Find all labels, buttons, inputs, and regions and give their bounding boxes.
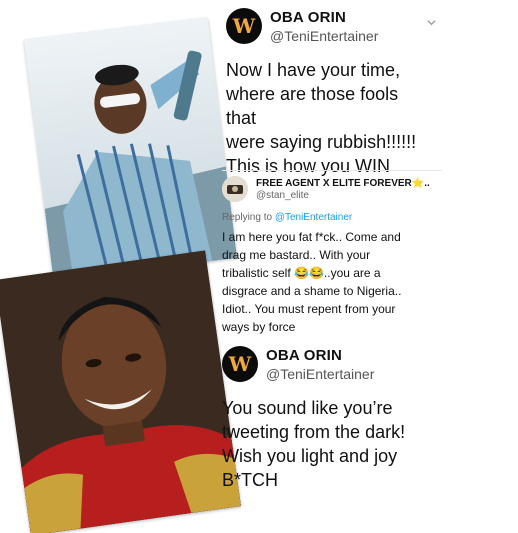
tweet-header: W OBA ORIN @TeniEntertainer xyxy=(222,346,432,382)
replying-to-mention[interactable]: @TeniEntertainer xyxy=(275,212,352,223)
tweet-stan-elite-reply: FREE AGENT X ELITE FOREVER⭐️.. @stan_eli… xyxy=(222,170,444,336)
tweet-text-line: tweeting from the dark! xyxy=(222,422,406,442)
user-names: OBA ORIN @TeniEntertainer xyxy=(266,347,374,382)
tweet-text-line: You sound like you’re xyxy=(222,398,393,418)
user-names: FREE AGENT X ELITE FOREVER⭐️.. @stan_eli… xyxy=(256,178,430,201)
profile-avatar[interactable]: W xyxy=(226,8,262,44)
tweet-text-line: Now I have your time, xyxy=(226,60,401,80)
replying-to-label: Replying to xyxy=(222,212,275,223)
tweet-oba-orin-1: W OBA ORIN @TeniEntertainer Now I have y… xyxy=(226,8,436,178)
tweet-text-line: ways by force xyxy=(222,320,296,334)
photo-top xyxy=(23,17,238,281)
display-name[interactable]: OBA ORIN xyxy=(266,347,374,364)
tweet-text-line: tribalistic self 😂😂..you are a xyxy=(222,266,381,280)
chevron-down-icon[interactable] xyxy=(427,18,436,27)
replying-to: Replying to @TeniEntertainer xyxy=(222,212,444,223)
photo-top-image xyxy=(23,17,238,281)
tweet-text: Now I have your time, where are those fo… xyxy=(226,58,426,178)
photo-bottom-image xyxy=(0,250,241,533)
avatar-logo-letter: W xyxy=(232,14,256,38)
profile-avatar[interactable] xyxy=(222,176,248,202)
tweet-text-line: Idiot.. You must repent from your xyxy=(222,302,396,316)
tweet-header: W OBA ORIN @TeniEntertainer xyxy=(226,8,426,44)
user-handle[interactable]: @TeniEntertainer xyxy=(266,366,374,382)
tweet-text-line: I am here you fat f*ck.. Come and xyxy=(222,230,401,244)
tweet-text-line: drag me bastard.. With your xyxy=(222,248,371,262)
photo-bottom xyxy=(0,250,241,533)
user-handle[interactable]: @stan_elite xyxy=(256,190,430,201)
tweet-text-line: B*TCH xyxy=(222,470,279,490)
user-handle[interactable]: @TeniEntertainer xyxy=(270,28,378,44)
tweet-text: I am here you fat f*ck.. Come and drag m… xyxy=(222,228,444,336)
user-names: OBA ORIN @TeniEntertainer xyxy=(270,9,378,44)
tweet-text-line: This is how you WIN xyxy=(226,156,391,176)
tweet-text-line: where are those fools that xyxy=(226,84,399,128)
tweet-text-line: Wish you light and joy xyxy=(222,446,398,466)
tweet-header: FREE AGENT X ELITE FOREVER⭐️.. @stan_eli… xyxy=(222,176,444,202)
tweet-text-line: were saying rubbish!!!!!! xyxy=(226,132,417,152)
avatar-image xyxy=(222,176,248,202)
divider xyxy=(222,170,442,171)
tweet-text-line: disgrace and a shame to Nigeria.. xyxy=(222,284,402,298)
tweet-text: You sound like you’re tweeting from the … xyxy=(222,396,432,492)
tweet-oba-orin-2: W OBA ORIN @TeniEntertainer You sound li… xyxy=(222,346,432,492)
avatar-logo-letter: W xyxy=(228,352,252,376)
profile-avatar[interactable]: W xyxy=(222,346,258,382)
display-name[interactable]: FREE AGENT X ELITE FOREVER⭐️.. xyxy=(256,178,430,189)
display-name[interactable]: OBA ORIN xyxy=(270,9,378,26)
